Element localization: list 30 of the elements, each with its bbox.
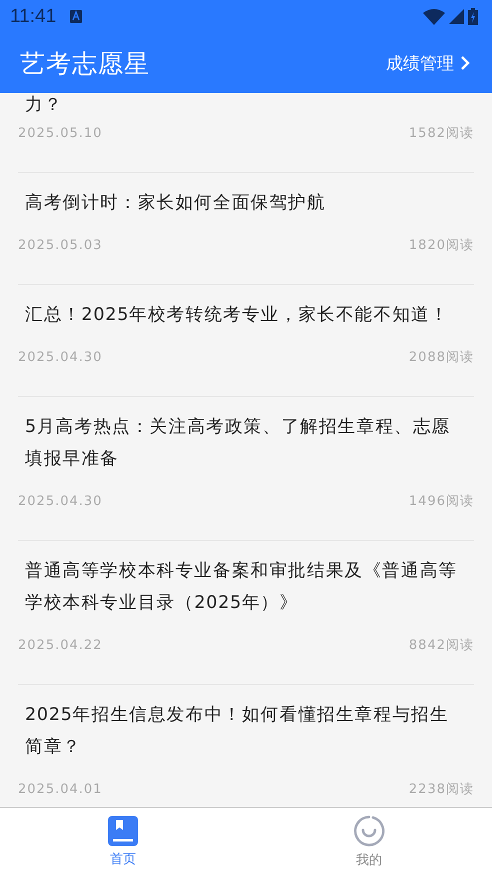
app-title: 艺考志愿星 bbox=[20, 48, 151, 80]
read-count: 1582阅读 bbox=[408, 125, 474, 143]
article-title[interactable]: 力？ bbox=[18, 93, 474, 117]
article-title[interactable]: 5月高考热点：关注高考政策、了解招生章程、志愿填报早准备 bbox=[18, 411, 474, 475]
read-count: 1820阅读 bbox=[408, 237, 474, 255]
article-title[interactable]: 2025年招生信息发布中！如何看懂招生章程与招生简章？ bbox=[18, 699, 474, 763]
article-title[interactable]: 高考倒计时：家长如何全面保驾护航 bbox=[18, 187, 474, 219]
read-count: 2238阅读 bbox=[408, 781, 474, 799]
read-count: 8842阅读 bbox=[408, 637, 474, 655]
score-management-link[interactable]: 成绩管理 bbox=[386, 52, 470, 74]
article-title[interactable]: 汇总！2025年校考转统考专业，家长不能不知道！ bbox=[18, 299, 474, 331]
article-date: 2025.05.03 bbox=[18, 237, 102, 255]
smile-icon bbox=[353, 815, 385, 847]
book-icon bbox=[108, 816, 138, 846]
signal-icon bbox=[449, 9, 464, 24]
chevron-right-icon bbox=[460, 55, 470, 71]
nav-tab[interactable]: 首页 bbox=[0, 808, 246, 876]
battery-icon bbox=[468, 8, 478, 25]
keyboard-icon bbox=[70, 10, 82, 23]
article-date: 2025.04.30 bbox=[18, 493, 102, 511]
wifi-icon bbox=[423, 8, 445, 24]
article-date: 2025.05.10 bbox=[18, 125, 102, 143]
status-time: 11:41 bbox=[10, 6, 56, 28]
article-date: 2025.04.22 bbox=[18, 637, 102, 655]
article-date: 2025.04.30 bbox=[18, 349, 102, 367]
read-count: 1496阅读 bbox=[408, 493, 474, 511]
nav-tab[interactable]: 我的 bbox=[246, 808, 492, 876]
article-title[interactable]: 普通高等学校本科专业备案和审批结果及《普通高等学校本科专业目录（2025年）》 bbox=[18, 555, 474, 619]
read-count: 2088阅读 bbox=[408, 349, 474, 367]
article-date: 2025.04.01 bbox=[18, 781, 102, 799]
